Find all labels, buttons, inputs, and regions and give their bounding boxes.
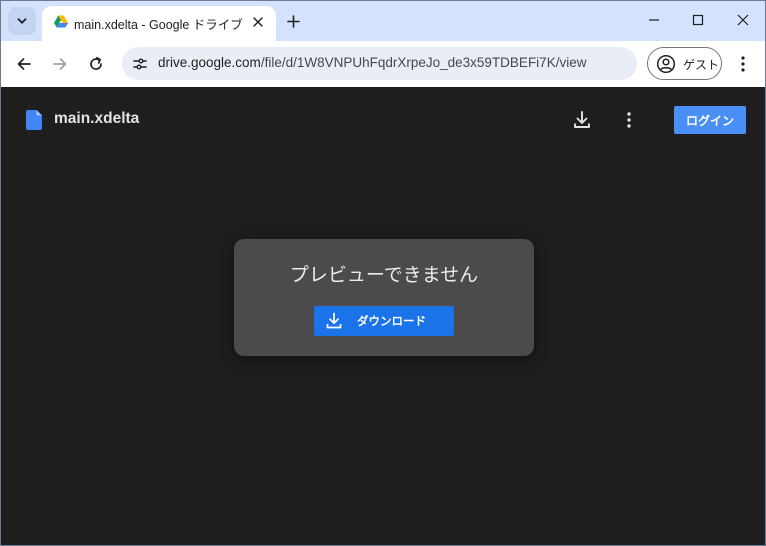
plus-icon (286, 14, 300, 28)
account-circle-icon (656, 54, 676, 74)
file-icon (26, 110, 42, 130)
no-preview-message: プレビューできません (289, 264, 479, 286)
file-name: main.xdelta (54, 110, 140, 127)
reload-button[interactable] (83, 51, 109, 77)
download-icon (326, 312, 342, 329)
arrow-right-icon (53, 58, 67, 70)
close-icon (253, 17, 263, 27)
chevron-down-icon (17, 18, 27, 24)
download-button-label: ダウンロード (357, 314, 426, 328)
maximize-button[interactable] (683, 6, 713, 34)
arrow-left-icon (17, 58, 31, 70)
site-info-button[interactable] (130, 54, 150, 74)
tab-title: main.xdelta - Google ドライブ (74, 18, 243, 32)
reload-icon (90, 56, 102, 70)
new-tab-button[interactable] (282, 10, 304, 32)
browser-menu-button[interactable] (734, 51, 752, 77)
tab-close-button[interactable] (249, 13, 267, 31)
url-host: drive.google.com (158, 55, 261, 70)
more-actions-button[interactable] (619, 108, 639, 132)
google-drive-icon (54, 15, 68, 28)
url-text: drive.google.com/file/d/1W8VNPUhFqdrXrpe… (158, 55, 586, 70)
address-bar[interactable]: drive.google.com/file/d/1W8VNPUhFqdrXrpe… (122, 47, 637, 80)
close-icon (737, 14, 749, 26)
minimize-icon (649, 19, 659, 21)
url-path: /file/d/1W8VNPUhFqdrXrpeJo_de3x59TDBEFi7… (260, 55, 587, 70)
download-button[interactable]: ダウンロード (314, 306, 454, 336)
profile-button[interactable]: ゲスト (647, 47, 722, 80)
more-vertical-icon (741, 56, 745, 72)
tab-active[interactable]: main.xdelta - Google ドライブ (42, 6, 276, 41)
forward-button[interactable] (47, 51, 73, 77)
header-download-button[interactable] (570, 108, 594, 132)
login-button[interactable]: ログイン (674, 106, 746, 134)
download-icon (574, 111, 590, 128)
browser-toolbar: drive.google.com/file/d/1W8VNPUhFqdrXrpe… (1, 41, 765, 87)
tab-strip: main.xdelta - Google ドライブ (1, 1, 765, 41)
tune-icon (133, 58, 147, 70)
minimize-button[interactable] (639, 6, 669, 34)
no-preview-card: プレビューできません ダウンロード (234, 239, 534, 356)
window-close-button[interactable] (728, 6, 758, 34)
maximize-icon (692, 14, 704, 26)
file-viewer: main.xdelta ログイン プレビューできません ダウンロード (1, 87, 765, 545)
profile-label: ゲスト (683, 58, 720, 72)
back-button[interactable] (11, 51, 37, 77)
tab-search-button[interactable] (8, 7, 36, 35)
more-vertical-icon (627, 112, 631, 128)
browser-window: main.xdelta - Google ドライブ drive.google.c… (0, 0, 766, 546)
